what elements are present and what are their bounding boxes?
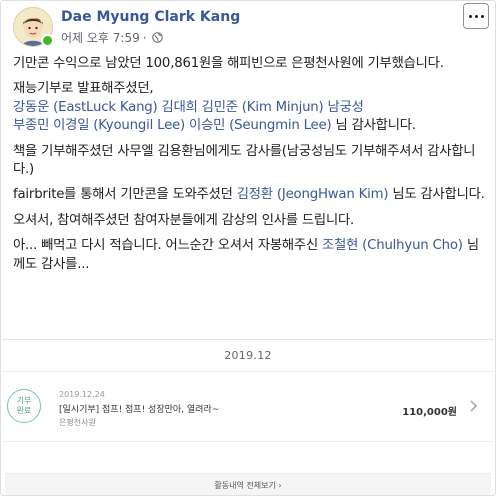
speakers-thanks: 님 감사합니다. — [331, 118, 416, 134]
chevron-right-icon[interactable] — [467, 399, 479, 413]
divider — [2, 339, 494, 340]
post-header: Dae Myung Clark Kang 어제 오후 7:59 · — [13, 3, 489, 47]
view-all-history-button[interactable]: 활동내역 전체보기 › — [5, 473, 491, 495]
post-timestamp[interactable]: 어제 오후 7:59 — [61, 29, 140, 46]
mention-jeonghwan-kim[interactable]: 김정환 (JeongHwan Kim) — [237, 187, 389, 202]
divider — [2, 371, 494, 372]
donation-date: 2019.12.24 — [59, 390, 105, 399]
donation-amount: 110,000원 — [402, 407, 457, 418]
donation-complete-badge: 기부 완료 — [7, 389, 41, 423]
paragraph-participants: 오셔서, 참여해주셨던 참여자분들에게 감상의 인사를 드립니다. — [13, 212, 355, 228]
fairbrite-thanks: 님도 감사합니다. — [388, 187, 485, 203]
meta-separator: · — [142, 30, 147, 45]
speakers-intro: 재능기부로 발표해주셨던, — [13, 81, 154, 97]
volunteer-text: 아... 빼먹고 다시 적습니다. 어느순간 오셔서 자봉해주신 — [13, 238, 323, 254]
donation-title[interactable]: [일시기부] 점프! 점프! 성장만아, 열려라~ — [59, 402, 219, 415]
paragraph-donation-summary: 기만콘 수익으로 남았던 100,861원을 해피빈으로 은평천사원에 기부했습… — [13, 56, 444, 71]
mention-chulhyun-cho[interactable]: 조철현 (Chulhyun Cho) — [322, 238, 463, 253]
fairbrite-text: fairbrite를 통해서 기만콘을 도와주셨던 — [13, 187, 237, 203]
paragraph-speakers: 재능기부로 발표해주셨던, 강동운 (EastLuck Kang) 김대희 김민… — [13, 80, 485, 135]
paragraph-book-donors: 책을 기부해주셨던 사무엘 김용환님에게도 감사를(남궁성님도 기부해주셔서 감… — [13, 143, 476, 178]
paragraph-volunteer: 아... 빼먹고 다시 적습니다. 어느순간 오셔서 자봉해주신 조철현 (Ch… — [13, 237, 485, 274]
more-options-button[interactable] — [463, 3, 489, 29]
speaker-names-line2[interactable]: 부종민 이경일 (Kyoungil Lee) 이승민 (Seungmin Lee… — [13, 118, 332, 133]
online-status-indicator — [41, 34, 54, 47]
donation-organization: 은평천사원 — [59, 418, 96, 427]
paragraph-fairbrite: fairbrite를 통해서 기만콘을 도와주셨던 김정환 (JeongHwan… — [13, 186, 485, 204]
facebook-post: Dae Myung Clark Kang 어제 오후 7:59 · 기만콘 수익… — [0, 0, 496, 496]
avatar[interactable] — [13, 7, 54, 47]
globe-icon[interactable] — [151, 32, 163, 43]
post-text: 기만콘 수익으로 남았던 100,861원을 해피빈으로 은평천사원에 기부했습… — [13, 55, 485, 281]
donation-month: 2019.12 — [224, 349, 272, 362]
divider — [2, 441, 494, 442]
more-dot — [480, 14, 484, 18]
author-name[interactable]: Dae Myung Clark Kang — [61, 9, 240, 25]
speaker-names-line1[interactable]: 강동운 (EastLuck Kang) 김대희 김민준 (Kim Minjun)… — [13, 100, 364, 115]
donation-item[interactable]: 기부 완료 2019.12.24 [일시기부] 점프! 점프! 성장만아, 열려… — [7, 377, 489, 433]
more-dot — [474, 14, 478, 18]
badge-line2: 완료 — [16, 406, 32, 415]
more-dot — [468, 14, 472, 18]
badge-line1: 기부 — [16, 396, 32, 405]
post-meta: 어제 오후 7:59 · — [61, 29, 163, 46]
